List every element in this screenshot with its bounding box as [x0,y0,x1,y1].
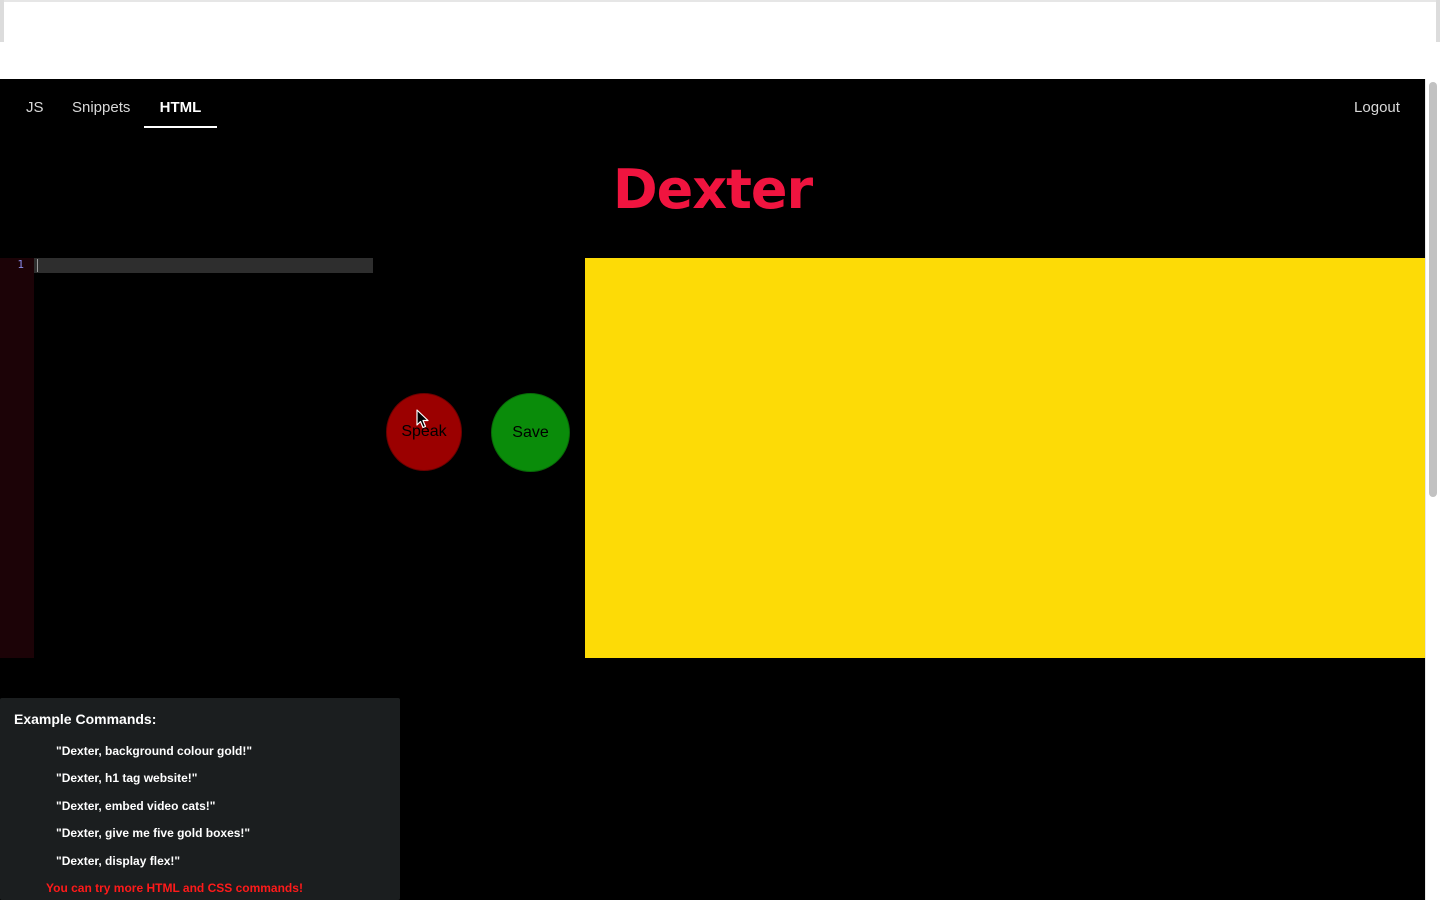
preview-pane [585,258,1425,658]
examples-heading: Example Commands: [14,711,157,727]
example-command: "Dexter, give me five gold boxes!" [56,826,251,840]
save-button[interactable]: Save [491,393,570,472]
examples-note: You can try more HTML and CSS commands! [46,881,303,895]
tab-snippets[interactable]: Snippets [72,100,130,128]
top-border [0,0,1440,2]
mouse-pointer-icon [416,409,429,429]
example-command: "Dexter, h1 tag website!" [56,771,198,785]
tab-html[interactable]: HTML [144,100,217,128]
example-commands-panel: Example Commands: "Dexter, background co… [0,698,400,900]
left-edge [0,0,4,42]
example-command: "Dexter, embed video cats!" [56,799,216,813]
example-command: "Dexter, display flex!" [56,854,181,868]
text-cursor [37,259,38,272]
scrollbar-thumb[interactable] [1429,82,1437,497]
editor-gutter [0,258,34,658]
page-title: Dexter [612,158,813,221]
app-main: JS Snippets HTML Logout Dexter 1 Speak S… [0,79,1425,900]
speak-button[interactable]: Speak [386,393,462,471]
line-number: 1 [17,258,24,271]
right-edge [1436,0,1440,42]
code-editor-line[interactable] [34,258,373,273]
tab-js[interactable]: JS [26,100,44,128]
browser-top-area [0,0,1440,79]
example-command: "Dexter, background colour gold!" [56,744,253,758]
logout-link[interactable]: Logout [1354,100,1400,128]
